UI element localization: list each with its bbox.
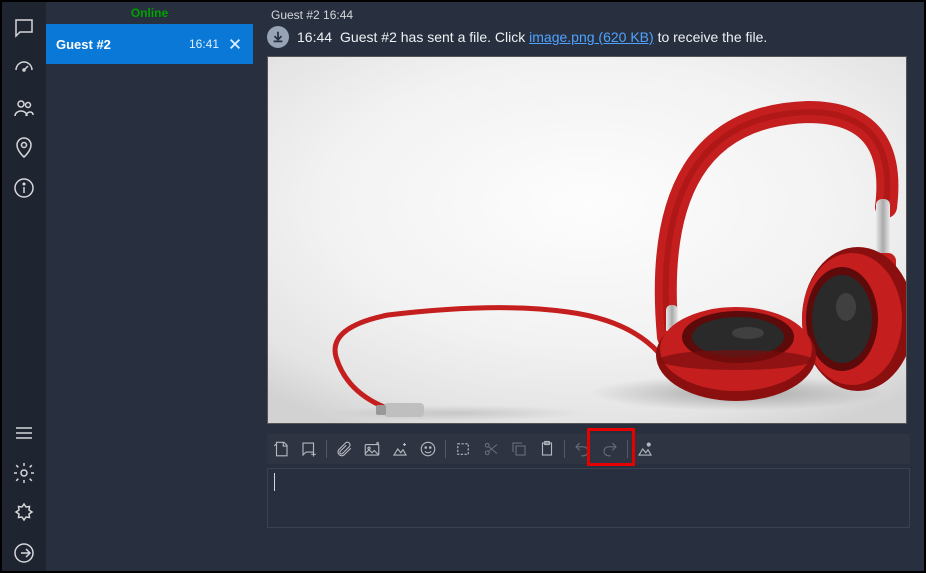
visitors-icon[interactable] <box>6 90 42 126</box>
select-icon[interactable] <box>449 435 477 463</box>
compose-toolbar <box>267 434 910 464</box>
message-input[interactable] <box>267 468 910 528</box>
contact-time: 16:41 <box>189 37 219 51</box>
agent-status[interactable]: Online <box>46 2 253 24</box>
copy-icon[interactable] <box>505 435 533 463</box>
left-rail <box>2 2 46 571</box>
dashboard-icon[interactable] <box>6 50 42 86</box>
undo-icon[interactable] <box>568 435 596 463</box>
preview-image-icon[interactable] <box>631 435 659 463</box>
cut-icon[interactable] <box>477 435 505 463</box>
chat-main: Guest #2 16:44 16:44 Guest #2 has sent a… <box>253 2 924 571</box>
canned-icon[interactable] <box>267 435 295 463</box>
logout-icon[interactable] <box>6 535 42 571</box>
file-message: 16:44 Guest #2 has sent a file. Click im… <box>253 24 924 56</box>
contact-item[interactable]: Guest #2 16:41 <box>46 24 253 64</box>
settings-icon[interactable] <box>6 455 42 491</box>
badge-icon[interactable] <box>6 495 42 531</box>
emoji-icon[interactable] <box>414 435 442 463</box>
file-message-text: Guest #2 has sent a file. Click image.pn… <box>340 29 767 45</box>
attach-icon[interactable] <box>330 435 358 463</box>
contact-name: Guest #2 <box>56 37 189 52</box>
close-chat-icon[interactable] <box>227 36 243 52</box>
screenshot-icon[interactable] <box>358 435 386 463</box>
paste-icon[interactable] <box>533 435 561 463</box>
contacts-panel: Online Guest #2 16:41 <box>46 2 253 571</box>
redo-icon[interactable] <box>596 435 624 463</box>
file-download-link[interactable]: image.png (620 KB) <box>529 29 654 45</box>
chat-header: Guest #2 16:44 <box>253 2 924 24</box>
received-image[interactable] <box>267 56 907 424</box>
download-icon[interactable] <box>267 26 289 48</box>
map-icon[interactable] <box>6 130 42 166</box>
image-sparkle-icon[interactable] <box>386 435 414 463</box>
add-canned-icon[interactable] <box>295 435 323 463</box>
info-icon[interactable] <box>6 170 42 206</box>
menu-icon[interactable] <box>6 415 42 451</box>
chat-icon[interactable] <box>6 10 42 46</box>
file-message-time: 16:44 <box>297 29 332 45</box>
